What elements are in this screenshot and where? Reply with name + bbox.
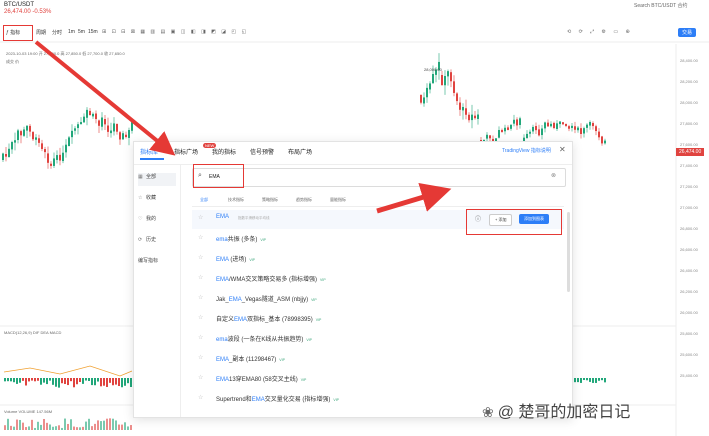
arrow-to-actions — [376, 182, 452, 214]
annotation-arrows — [34, 40, 452, 214]
arrow-to-dialog — [34, 40, 176, 156]
